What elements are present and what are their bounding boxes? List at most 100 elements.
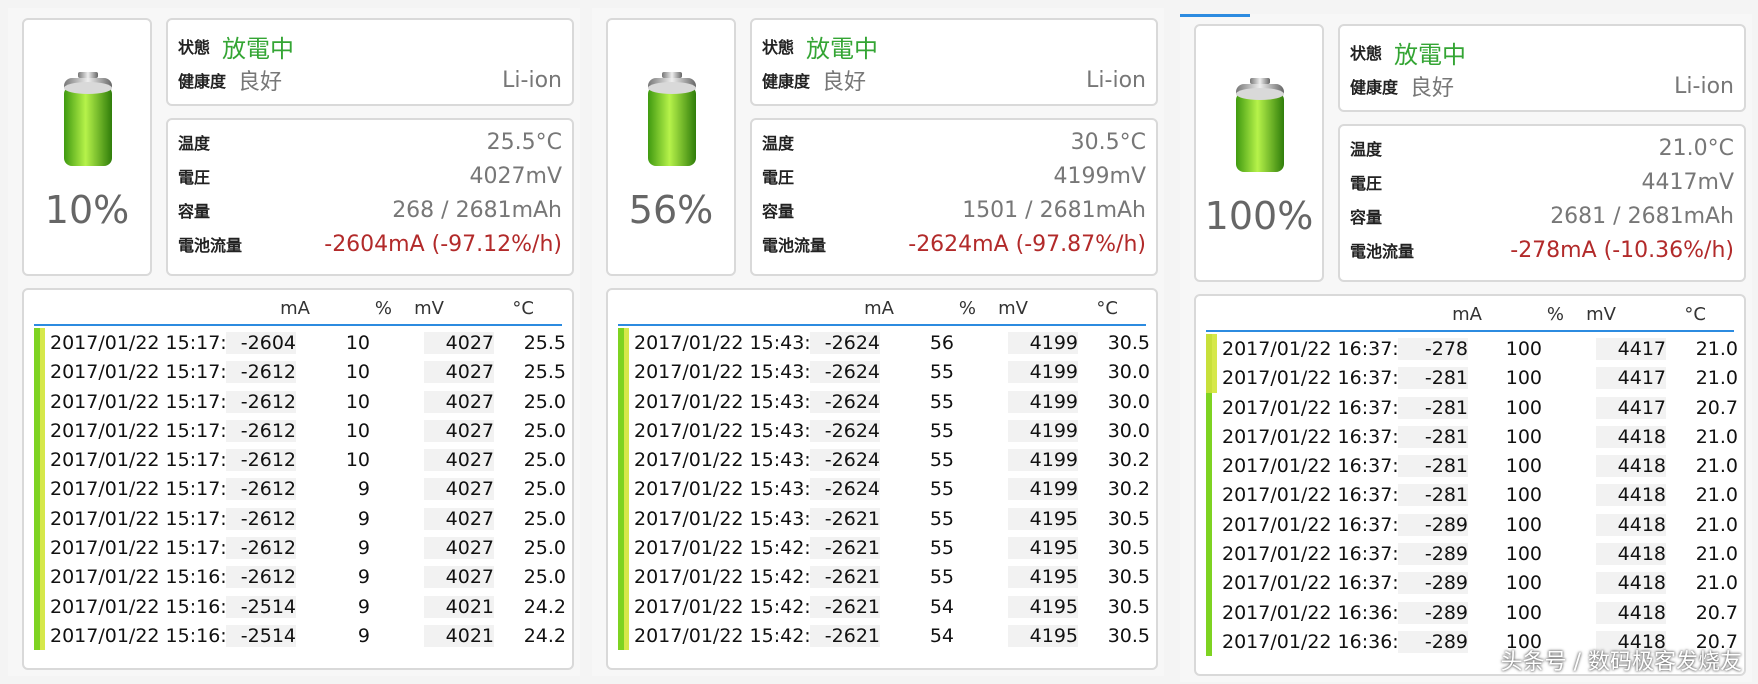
row-current: -2621 — [810, 624, 880, 647]
row-timestamp: 2017/01/22 15:17:03 — [50, 537, 251, 560]
log-row[interactable]: 2017/01/22 15:17:13 -2612 9 4027 25.0 — [34, 474, 566, 504]
log-row[interactable]: 2017/01/22 16:37:07 -289 100 4418 21.0 — [1206, 539, 1738, 569]
row-timestamp: 2017/01/22 15:17:33 — [50, 332, 251, 354]
row-percent: 55 — [929, 566, 954, 589]
row-temperature: 21.0 — [1695, 425, 1738, 448]
row-current: -2604 — [226, 332, 296, 354]
history-log[interactable]: mA% mV °C 2017/01/22 15:17:33 -2604 10 4027 25.… — [22, 288, 574, 670]
log-row[interactable]: 2017/01/22 15:43:28 -2624 55 4199 30.0 — [618, 357, 1150, 387]
log-row[interactable]: 2017/01/22 15:17:23 -2612 10 4027 25.0 — [34, 386, 566, 416]
log-row[interactable]: 2017/01/22 15:43:18 -2624 55 4199 30.0 — [618, 415, 1150, 446]
log-row[interactable]: 2017/01/22 16:37:35 -281 100 4417 21.0 — [1206, 363, 1738, 393]
status-label: 状態 — [1350, 44, 1383, 63]
row-current: -2621 — [810, 595, 880, 618]
log-row[interactable]: 2017/01/22 15:43:13 -2624 55 4199 30.2 — [618, 445, 1150, 475]
row-current: -2624 — [810, 478, 880, 501]
row-temperature: 30.5 — [1107, 624, 1150, 647]
log-row[interactable]: 2017/01/22 16:36:56 -289 100 4418 20.7 — [1206, 597, 1738, 627]
log-header: mA% mV °C — [24, 294, 572, 322]
row-temperature: 24.2 — [523, 595, 566, 618]
log-row[interactable]: 2017/01/22 15:16:58 -2612 9 4027 25.0 — [34, 562, 566, 592]
row-timestamp: 2017/01/22 15:17:18 — [50, 419, 251, 442]
level-bar-accent — [624, 503, 629, 534]
log-row[interactable]: 2017/01/22 15:42:57 -2621 55 4195 30.5 — [618, 562, 1150, 592]
level-bar-accent — [40, 591, 45, 621]
column-header: % — [958, 298, 976, 319]
voltage-label: 電圧 — [762, 168, 795, 187]
row-percent: 9 — [357, 478, 370, 501]
row-voltage: 4021 — [424, 624, 494, 647]
column-header: °C — [1096, 298, 1118, 319]
voltage-row: 電圧 4417mV — [1350, 166, 1734, 198]
log-row[interactable]: 2017/01/22 15:16:53 -2514 9 4021 24.2 — [34, 591, 566, 621]
watermark-text: 头条号 / 数码极客发烧友 — [1500, 650, 1742, 675]
row-temperature: 25.0 — [523, 507, 566, 530]
log-row[interactable]: 2017/01/22 15:43:23 -2624 55 4199 30.0 — [618, 386, 1150, 416]
temperature-row: 温度 30.5°C — [762, 126, 1146, 158]
row-temperature: 21.0 — [1695, 543, 1738, 566]
log-row[interactable]: 2017/01/22 16:37:17 -281 100 4418 21.0 — [1206, 480, 1738, 510]
log-row[interactable]: 2017/01/22 15:17:03 -2612 9 4027 25.0 — [34, 533, 566, 563]
log-row[interactable]: 2017/01/22 15:17:33 -2604 10 4027 25.5 — [34, 328, 566, 358]
log-row[interactable]: 2017/01/22 15:17:18 -2612 10 4027 25.0 — [34, 415, 566, 446]
row-temperature: 21.0 — [1695, 338, 1738, 360]
log-row[interactable]: 2017/01/22 15:42:48 -2621 54 4195 30.5 — [618, 620, 1150, 651]
technology-value: Li-ion — [1674, 73, 1734, 99]
battery-level-card: 100% — [1194, 24, 1324, 282]
row-temperature: 25.0 — [523, 478, 566, 501]
battery-info-card: 温度 21.0°C 電圧 4417mV 容量 2681 / 2681mAh 電池流量 -278… — [1338, 124, 1746, 282]
health-value: 良好 — [1410, 76, 1455, 101]
health-value: 良好 — [822, 70, 867, 95]
log-row[interactable]: 2017/01/22 15:42:58 -2621 55 4195 30.5 — [618, 533, 1150, 563]
log-row[interactable]: 2017/01/22 15:43:08 -2624 55 4199 30.2 — [618, 474, 1150, 504]
battery-panel: 100% 状態 放電中 健康度 良好 Li-ion 温度 21.0°C 電圧 4417mV 容量 26… — [1180, 14, 1752, 682]
log-row[interactable]: 2017/01/22 15:43:03 -2621 55 4195 30.5 — [618, 503, 1150, 534]
log-row[interactable]: 2017/01/22 15:43:32 -2624 56 4199 30.5 — [618, 328, 1150, 358]
current-label: 電池流量 — [762, 236, 827, 255]
header-divider — [1206, 330, 1734, 332]
capacity-label: 容量 — [1350, 208, 1383, 227]
log-row[interactable]: 2017/01/22 16:37:12 -289 100 4418 21.0 — [1206, 509, 1738, 540]
battery-info-card: 温度 25.5°C 電圧 4027mV 容量 268 / 2681mAh 電池流量 -2604… — [166, 118, 574, 276]
log-row[interactable]: 2017/01/22 16:37:02 -289 100 4418 21.0 — [1206, 568, 1738, 598]
row-voltage: 4417 — [1596, 367, 1666, 390]
current-label: 電池流量 — [178, 236, 243, 255]
voltage-label: 電圧 — [178, 168, 211, 187]
capacity-value: 268 / 2681mAh — [392, 197, 562, 223]
row-percent: 10 — [345, 419, 370, 442]
log-row[interactable]: 2017/01/22 16:37:32 -281 100 4417 20.7 — [1206, 392, 1738, 422]
row-temperature: 30.5 — [1107, 332, 1150, 354]
log-header: mA% mV °C — [608, 294, 1156, 322]
log-row[interactable]: 2017/01/22 16:37:22 -281 100 4418 21.0 — [1206, 451, 1738, 481]
row-percent: 9 — [357, 595, 370, 618]
log-row[interactable]: 2017/01/22 15:17:28 -2612 10 4027 25.5 — [34, 357, 566, 387]
row-timestamp: 2017/01/22 16:37:02 — [1222, 572, 1423, 595]
history-log[interactable]: mA% mV °C 2017/01/22 15:43:32 -2624 56 4199 30.… — [606, 288, 1158, 670]
level-bar — [1206, 392, 1212, 422]
row-percent: 100 — [1505, 455, 1542, 478]
log-row[interactable]: 2017/01/22 15:17:08 -2612 9 4027 25.0 — [34, 503, 566, 534]
voltage-value: 4027mV — [469, 163, 562, 189]
technology-value: Li-ion — [502, 67, 562, 93]
history-log[interactable]: mA% mV °C 2017/01/22 16:37:37 -278 100 4417 21.… — [1194, 294, 1746, 676]
status-row: 状態 放電中 — [1350, 36, 1734, 69]
battery-panel: 10% 状態 放電中 健康度 良好 Li-ion 温度 25.5°C 電圧 4027mV 容量 268… — [8, 8, 580, 676]
row-timestamp: 2017/01/22 16:37:07 — [1222, 543, 1423, 566]
row-voltage: 4418 — [1596, 484, 1666, 507]
row-voltage: 4199 — [1008, 449, 1078, 472]
log-row[interactable]: 2017/01/22 15:16:48 -2514 9 4021 24.2 — [34, 620, 566, 651]
row-voltage: 4027 — [424, 361, 494, 384]
row-timestamp: 2017/01/22 16:37:35 — [1222, 367, 1423, 390]
log-row[interactable]: 2017/01/22 16:37:27 -281 100 4418 21.0 — [1206, 421, 1738, 452]
row-voltage: 4027 — [424, 507, 494, 530]
log-row[interactable]: 2017/01/22 15:17:14 -2612 10 4027 25.0 — [34, 445, 566, 475]
row-voltage: 4199 — [1008, 332, 1078, 354]
row-percent: 10 — [345, 361, 370, 384]
level-bar-accent — [624, 357, 629, 387]
row-current: -289 — [1398, 601, 1468, 624]
log-row[interactable]: 2017/01/22 16:37:37 -278 100 4417 21.0 — [1206, 334, 1738, 364]
header-divider — [618, 324, 1146, 326]
status-value: 放電中 — [806, 34, 879, 63]
level-bar-accent — [624, 533, 629, 563]
log-row[interactable]: 2017/01/22 15:42:53 -2621 54 4195 30.5 — [618, 591, 1150, 621]
